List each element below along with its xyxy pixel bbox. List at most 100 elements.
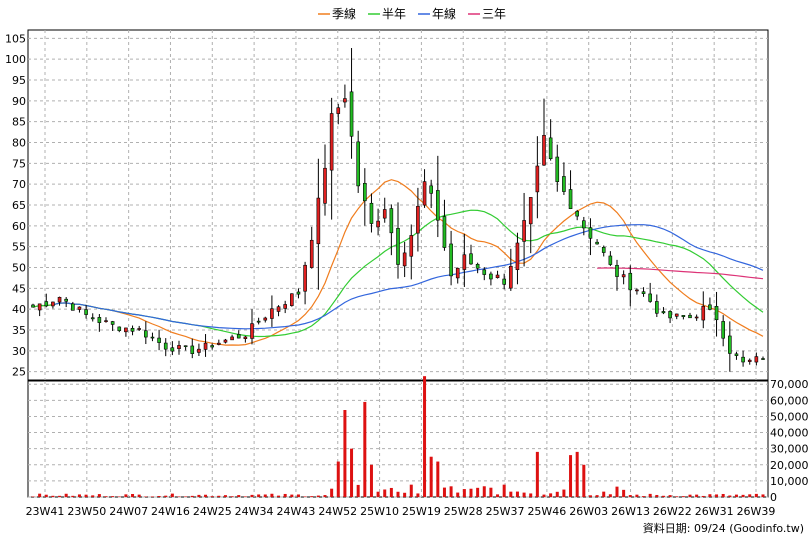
price-tick-label: 55 [12, 241, 26, 254]
volume-bar [283, 493, 287, 497]
volume-bar [277, 495, 281, 497]
volume-bar [496, 494, 500, 497]
candle-body [309, 239, 314, 268]
volume-bar [403, 492, 407, 497]
candle-body [316, 197, 321, 245]
volume-bar [230, 496, 234, 497]
volume-bar [250, 494, 254, 497]
volume-bar [210, 496, 214, 497]
candle-body [482, 269, 487, 275]
volume-bar [363, 401, 367, 497]
candle-body [376, 220, 380, 228]
candle-body [210, 345, 214, 348]
candle-body [97, 317, 102, 323]
candle-body [429, 185, 433, 194]
candle-body [595, 241, 599, 245]
volume-bar [184, 496, 188, 497]
candle-body [648, 293, 652, 302]
candle-body [628, 272, 633, 291]
volume-bar [588, 495, 592, 497]
price-tick-label: 75 [12, 157, 26, 170]
legend-label: 季線 [332, 6, 356, 21]
volume-bar [416, 493, 420, 497]
candle-body [661, 311, 666, 314]
candle-body [150, 336, 155, 339]
volume-bar [190, 495, 194, 497]
stock-chart: 季線 半年 年線 三年 25 30 35 40 45 50 55 60 65 70 75 80 85 90 95 1… [5, 6, 808, 535]
candle-body [436, 190, 440, 221]
volume-bar [715, 494, 719, 497]
volume-grid [28, 381, 768, 498]
price-tick-label: 100 [5, 53, 26, 66]
candle-body [369, 202, 374, 224]
candle-body [110, 321, 115, 325]
volume-bar [476, 487, 480, 497]
candle-body [694, 316, 699, 319]
candle-body [455, 267, 460, 279]
candle-body [382, 209, 387, 219]
volume-bar [569, 455, 573, 497]
candle-body [568, 189, 573, 209]
volume-bar [38, 493, 42, 497]
volume-bar [71, 495, 75, 497]
candle-body [409, 235, 414, 257]
volume-bar [595, 495, 599, 497]
week-tick-label: 26W22 [653, 505, 692, 518]
volume-bar [542, 494, 546, 497]
volume-bar [217, 495, 221, 497]
volume-bar [436, 461, 440, 497]
volume-bar [721, 493, 725, 497]
price-tick-label: 45 [12, 282, 26, 295]
candle-body [601, 246, 606, 253]
candle-body [84, 309, 88, 315]
candle-body [163, 342, 168, 350]
candle-body [236, 334, 241, 339]
candle-body [674, 313, 679, 317]
volume-bar [383, 489, 387, 497]
week-tick-label: 26W39 [737, 505, 776, 518]
volume-bar [701, 495, 705, 497]
volume-bar [104, 496, 108, 497]
volume-bar [58, 495, 62, 497]
volume-bar [64, 493, 68, 497]
legend-label: 半年 [382, 7, 406, 21]
candle-body [389, 208, 394, 234]
candle-body [349, 91, 354, 137]
week-tick-label: 25W19 [402, 505, 441, 518]
volume-bar [429, 456, 433, 497]
price-tick-label: 40 [12, 303, 26, 316]
candle-body [714, 306, 719, 321]
candle-body [462, 254, 467, 270]
candle-body [223, 339, 228, 343]
candle-body [422, 181, 427, 206]
price-tick-label: 50 [12, 262, 26, 275]
candle-body [124, 327, 128, 333]
candle-body [449, 243, 453, 277]
candle-body [655, 301, 659, 314]
volume-axis: 0 10,000 20,000 30,000 40,000 50,000 60,000 70,… [770, 378, 808, 504]
candle-body [303, 264, 307, 292]
candle-body [256, 320, 261, 323]
candle-body [761, 358, 765, 360]
candle-body [741, 356, 745, 363]
volume-bar [754, 493, 758, 497]
volume-bar [529, 493, 533, 497]
week-tick-label: 24W52 [318, 505, 357, 518]
week-tick-label: 26W31 [695, 505, 734, 518]
volume-bar [575, 451, 579, 497]
volume-tick-label: 70,000 [770, 378, 808, 391]
volume-bar [137, 494, 141, 497]
candle-body [575, 211, 579, 217]
candle-body [635, 289, 639, 292]
volume-bar [257, 494, 261, 497]
volume-bar [77, 494, 81, 497]
price-tick-label: 80 [12, 137, 26, 150]
volume-bar [369, 464, 373, 497]
data-source-label: 資料日期: 09/24 (Goodinfo.tw) [643, 521, 804, 535]
volume-bar [97, 494, 101, 497]
candle-body [71, 303, 75, 311]
candle-body [542, 134, 546, 166]
price-tick-label: 25 [12, 366, 26, 379]
legend-label: 年線 [432, 6, 456, 21]
volume-bar [675, 496, 679, 497]
